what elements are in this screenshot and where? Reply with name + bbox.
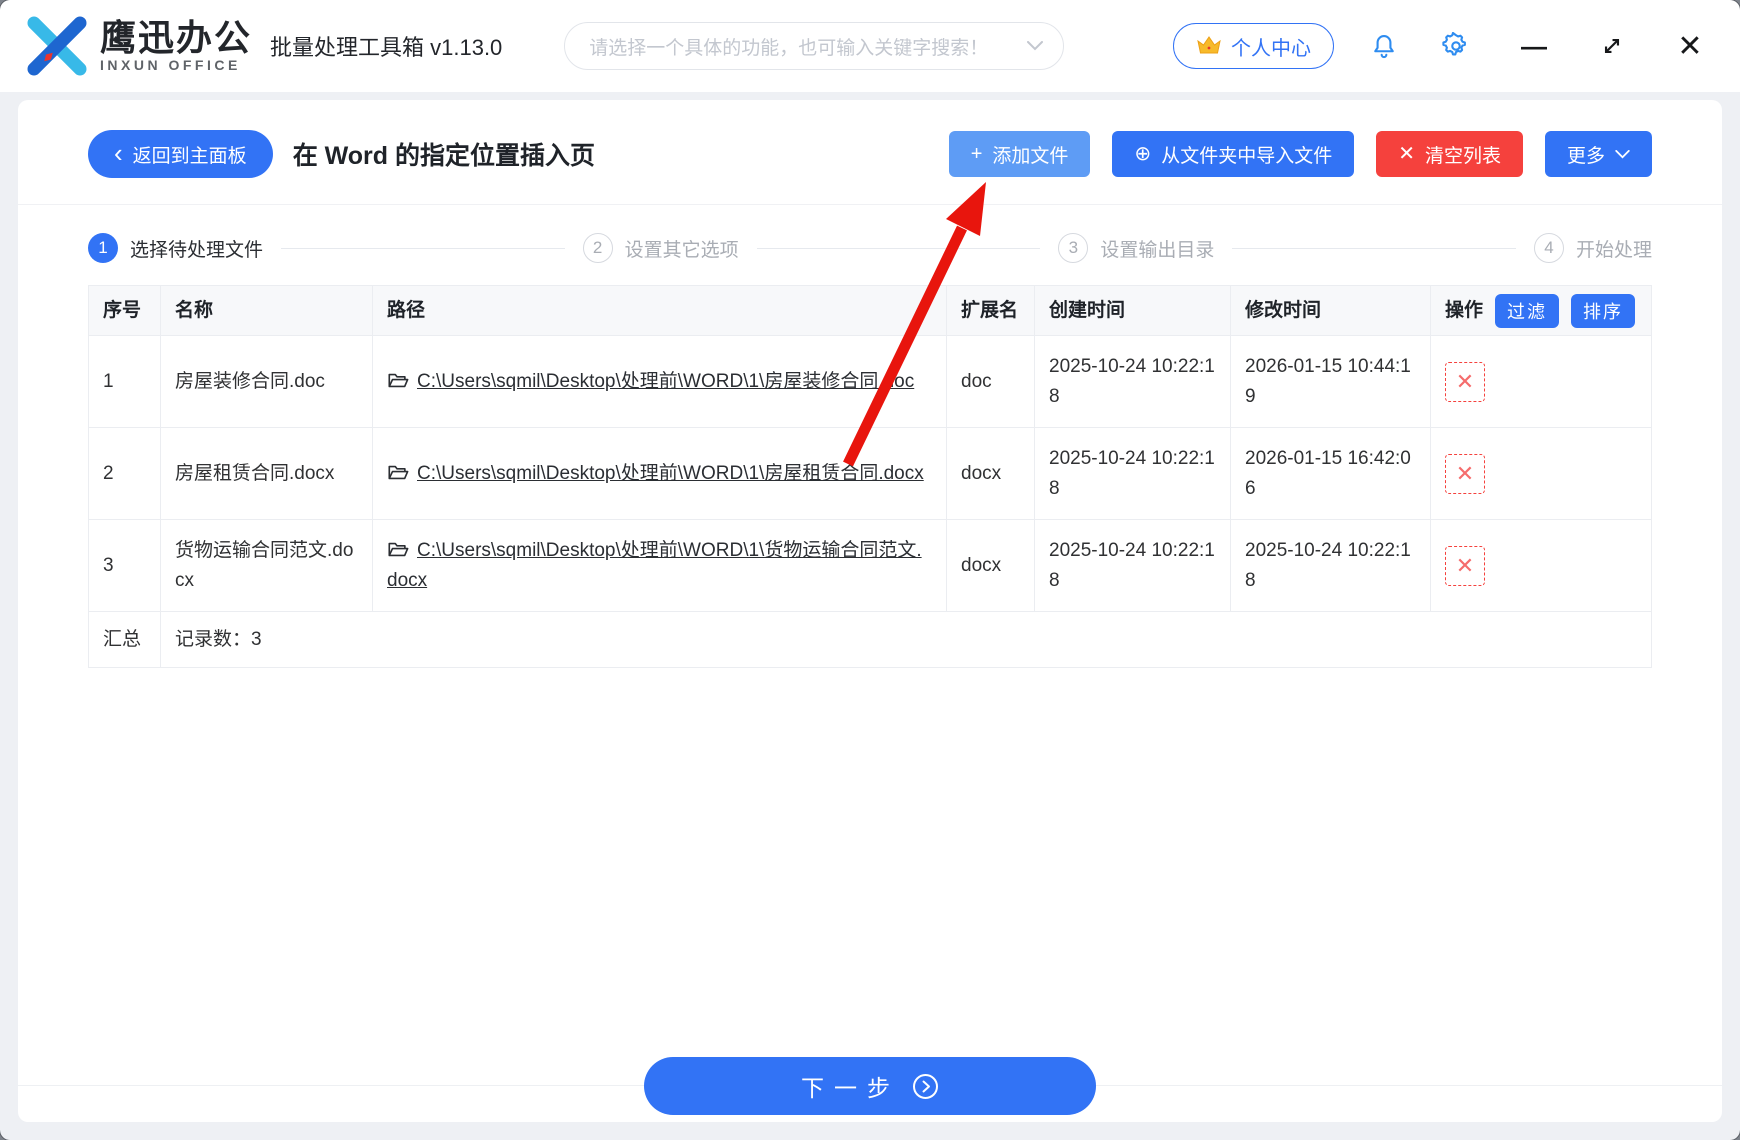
back-to-dashboard-button[interactable]: ‹ 返回到主面板 [88, 130, 273, 178]
cell-ops: ✕ [1430, 335, 1652, 428]
cell-path: C:\Users\sqmil\Desktop\处理前\WORD\1\房屋租赁合同… [372, 427, 947, 520]
chevron-left-icon: ‹ [114, 137, 123, 168]
chevron-down-icon [1615, 149, 1630, 158]
cell-path: C:\Users\sqmil\Desktop\处理前\WORD\1\房屋装修合同… [372, 335, 947, 428]
summary-label: 汇总 [88, 611, 161, 668]
cell-ext: docx [946, 427, 1035, 520]
personal-center-button[interactable]: 个人中心 [1173, 23, 1334, 69]
folder-icon [388, 542, 409, 556]
gear-icon [1442, 32, 1466, 56]
app-logo-icon [27, 16, 87, 76]
crown-icon [1197, 36, 1221, 54]
main-content: ‹ 返回到主面板 在 Word 的指定位置插入页 + 添加文件 ⊕ 从文件夹中导… [0, 92, 1740, 1140]
col-ext: 扩展名 [946, 285, 1035, 336]
minimize-button[interactable]: — [1512, 24, 1556, 68]
table-row: 3 货物运输合同范文.docx C:\Users\sqmil\Desktop\处… [88, 519, 1652, 612]
topbar-right: 个人中心 — ✕ [1173, 23, 1712, 69]
cell-modified: 2026-01-15 16:42:06 [1230, 427, 1431, 520]
divider [18, 204, 1722, 205]
cell-name: 房屋租赁合同.docx [160, 427, 373, 520]
maximize-icon [1604, 38, 1620, 54]
filter-button[interactable]: 过滤 [1495, 293, 1560, 328]
table-row: 2 房屋租赁合同.docx C:\Users\sqmil\Desktop\处理前… [88, 427, 1652, 520]
notification-bell-button[interactable] [1362, 24, 1406, 68]
folder-icon [388, 373, 409, 387]
settings-gear-button[interactable] [1434, 24, 1478, 68]
step-3: 3 设置输出目录 [1058, 233, 1214, 263]
cell-index: 1 [88, 335, 161, 428]
cell-index: 2 [88, 427, 161, 520]
topbar: 鹰迅办公 INXUN OFFICE 批量处理工具箱 v1.13.0 请选择一个具… [0, 0, 1740, 92]
table-header-row: 序号 名称 路径 扩展名 创建时间 修改时间 操作 过滤 排序 [88, 285, 1652, 336]
delete-row-button[interactable]: ✕ [1445, 361, 1485, 402]
col-path: 路径 [372, 285, 947, 336]
cell-created: 2025-10-24 10:22:18 [1034, 427, 1231, 520]
main-card: ‹ 返回到主面板 在 Word 的指定位置插入页 + 添加文件 ⊕ 从文件夹中导… [18, 100, 1722, 1122]
app-name: 鹰迅办公 [100, 17, 253, 58]
cell-created: 2025-10-24 10:22:18 [1034, 519, 1231, 612]
import-from-folder-button[interactable]: ⊕ 从文件夹中导入文件 [1112, 131, 1355, 177]
cell-ops: ✕ [1430, 427, 1652, 520]
page-toolbar: ‹ 返回到主面板 在 Word 的指定位置插入页 + 添加文件 ⊕ 从文件夹中导… [18, 130, 1722, 178]
cell-ext: doc [946, 335, 1035, 428]
toolbox-title: 批量处理工具箱 v1.13.0 [270, 35, 503, 60]
search-placeholder: 请选择一个具体的功能，也可输入关键字搜索！ [589, 37, 989, 59]
close-icon: ✕ [1398, 143, 1415, 165]
step-1: 1 选择待处理文件 [88, 233, 263, 263]
add-files-button[interactable]: + 添加文件 [948, 131, 1091, 177]
col-name: 名称 [160, 285, 373, 336]
cell-index: 3 [88, 519, 161, 612]
cell-path: C:\Users\sqmil\Desktop\处理前\WORD\1\货物运输合同… [372, 519, 947, 612]
clear-list-button[interactable]: ✕ 清空列表 [1376, 131, 1523, 177]
page-title: 在 Word 的指定位置插入页 [292, 142, 595, 170]
bell-icon [1374, 35, 1394, 59]
cell-modified: 2026-01-15 10:44:19 [1230, 335, 1431, 428]
cell-name: 货物运输合同范文.docx [160, 519, 373, 612]
step-indicator: 1 选择待处理文件 2 设置其它选项 3 设置输出目录 4 开始处理 [18, 233, 1722, 263]
sort-button[interactable]: 排序 [1571, 293, 1636, 328]
circle-plus-icon: ⊕ [1134, 143, 1152, 165]
col-modified: 修改时间 [1230, 285, 1431, 336]
app-window: 鹰迅办公 INXUN OFFICE 批量处理工具箱 v1.13.0 请选择一个具… [0, 0, 1740, 1140]
delete-row-button[interactable]: ✕ [1445, 453, 1485, 494]
circle-arrow-right-icon [913, 1073, 938, 1099]
app-name-en: INXUN OFFICE [100, 57, 241, 73]
col-ops: 操作 过滤 排序 [1430, 285, 1652, 336]
folder-icon [388, 465, 409, 479]
cell-modified: 2025-10-24 10:22:18 [1230, 519, 1431, 612]
plus-icon: + [970, 143, 983, 165]
step-2: 2 设置其它选项 [582, 233, 739, 263]
summary-value: 记录数：3 [160, 611, 1652, 668]
cell-name: 房屋装修合同.doc [160, 335, 373, 428]
summary-row: 汇总 记录数：3 [88, 611, 1652, 668]
cell-created: 2025-10-24 10:22:18 [1034, 335, 1231, 428]
table-row: 1 房屋装修合同.doc C:\Users\sqmil\Desktop\处理前\… [88, 335, 1652, 428]
next-step-button[interactable]: 下一步 [644, 1057, 1096, 1115]
chevron-down-icon [1027, 41, 1044, 51]
personal-center-label: 个人中心 [1231, 37, 1311, 60]
brand: 鹰迅办公 INXUN OFFICE 批量处理工具箱 v1.13.0 [24, 13, 502, 79]
cell-ops: ✕ [1430, 519, 1652, 612]
cell-ext: docx [946, 519, 1035, 612]
delete-row-button[interactable]: ✕ [1445, 545, 1485, 586]
function-search-select[interactable]: 请选择一个具体的功能，也可输入关键字搜索！ [564, 22, 1065, 70]
step-4: 4 开始处理 [1533, 233, 1652, 263]
close-button[interactable]: ✕ [1668, 24, 1712, 68]
col-created: 创建时间 [1034, 285, 1231, 336]
file-table: 序号 名称 路径 扩展名 创建时间 修改时间 操作 过滤 排序 1 房屋装修合同… [88, 285, 1652, 668]
card-footer: 下一步 [18, 1057, 1722, 1122]
back-button-label: 返回到主面板 [132, 145, 247, 167]
file-path-link[interactable]: C:\Users\sqmil\Desktop\处理前\WORD\1\房屋租赁合同… [417, 463, 924, 484]
more-button[interactable]: 更多 [1544, 131, 1652, 177]
file-path-link[interactable]: C:\Users\sqmil\Desktop\处理前\WORD\1\货物运输合同… [387, 540, 922, 591]
col-index: 序号 [88, 285, 161, 336]
maximize-button[interactable] [1590, 24, 1634, 68]
file-path-link[interactable]: C:\Users\sqmil\Desktop\处理前\WORD\1\房屋装修合同… [417, 371, 914, 392]
